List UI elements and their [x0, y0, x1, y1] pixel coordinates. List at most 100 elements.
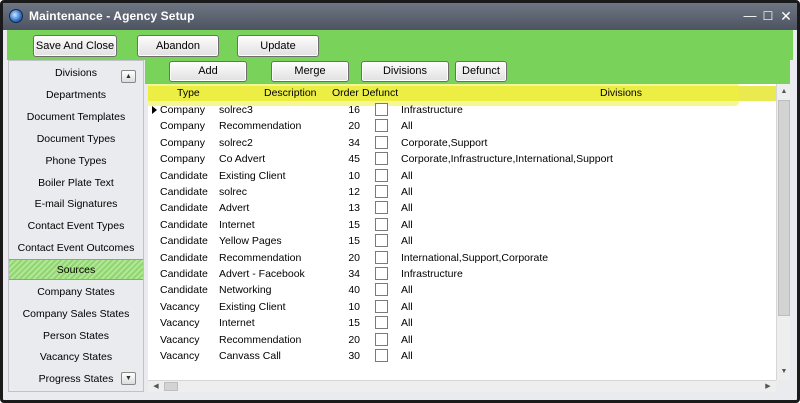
cell-type[interactable]: Vacancy — [160, 299, 200, 315]
sidebar-item-contact-event-types[interactable]: Contact Event Types — [9, 216, 143, 237]
cell-type[interactable]: Vacancy — [160, 332, 200, 348]
cell-description[interactable]: Internet — [219, 217, 255, 233]
cell-divisions[interactable]: All — [401, 168, 413, 184]
cell-description[interactable]: solrec3 — [219, 102, 253, 118]
cell-divisions[interactable]: All — [401, 348, 413, 364]
cell-description[interactable]: Recommendation — [219, 118, 301, 134]
row-selector[interactable] — [148, 184, 158, 200]
defunct-checkbox[interactable] — [375, 103, 388, 116]
table-row[interactable]: Candidate Internet 15 All — [148, 217, 776, 233]
update-button[interactable]: Update — [237, 35, 319, 57]
cell-order[interactable]: 13 — [334, 200, 360, 216]
defunct-checkbox[interactable] — [375, 185, 388, 198]
table-row[interactable]: Company solrec3 16 Infrastructure — [148, 102, 776, 118]
column-header-description[interactable]: Description — [264, 86, 317, 101]
defunct-checkbox[interactable] — [375, 119, 388, 133]
cell-order[interactable]: 45 — [334, 151, 360, 167]
cell-divisions[interactable]: All — [401, 118, 413, 134]
cell-type[interactable]: Company — [160, 118, 205, 134]
row-selector[interactable] — [148, 282, 158, 298]
table-row[interactable]: Company solrec2 34 Corporate,Support — [148, 135, 776, 151]
defunct-checkbox[interactable] — [375, 283, 388, 297]
cell-type[interactable]: Company — [160, 151, 205, 167]
cell-description[interactable]: solrec — [219, 184, 247, 200]
sidebar-item-departments[interactable]: Departments — [9, 85, 143, 106]
sidebar-item-company-states[interactable]: Company States — [9, 282, 143, 303]
table-row[interactable]: Company Recommendation 20 All — [148, 118, 776, 134]
defunct-checkbox[interactable] — [375, 168, 388, 182]
cell-type[interactable]: Candidate — [160, 233, 208, 249]
table-row[interactable]: Candidate Yellow Pages 15 All — [148, 233, 776, 249]
defunct-checkbox[interactable] — [375, 152, 388, 166]
cell-divisions[interactable]: Corporate,Infrastructure,International,S… — [401, 151, 613, 167]
cell-divisions[interactable]: All — [401, 299, 413, 315]
scroll-up-icon[interactable]: ▲ — [121, 70, 136, 83]
sidebar-item-document-templates[interactable]: Document Templates — [9, 107, 143, 128]
column-header-divisions[interactable]: Divisions — [600, 86, 642, 101]
column-header-type[interactable]: Type — [177, 86, 200, 101]
row-selector[interactable] — [148, 102, 158, 118]
sidebar-item-contact-event-outcomes[interactable]: Contact Event Outcomes — [9, 238, 143, 259]
cell-divisions[interactable]: All — [401, 200, 413, 216]
defunct-checkbox[interactable] — [375, 316, 388, 330]
cell-type[interactable]: Candidate — [160, 184, 208, 200]
vertical-scrollbar[interactable]: ▲ ▼ — [776, 84, 790, 380]
scroll-right-icon[interactable]: ▶ — [762, 381, 774, 393]
title-bar[interactable]: Maintenance - Agency Setup — ☐ ✕ — [3, 3, 797, 30]
sidebar-item-boiler-plate-text[interactable]: Boiler Plate Text — [9, 173, 143, 194]
cell-description[interactable]: Internet — [219, 315, 255, 331]
table-row[interactable]: Candidate Advert 13 All — [148, 200, 776, 216]
row-selector[interactable] — [148, 332, 158, 348]
row-selector[interactable] — [148, 233, 158, 249]
scroll-up-icon[interactable]: ▲ — [778, 86, 790, 98]
cell-description[interactable]: Existing Client — [219, 299, 286, 315]
cell-order[interactable]: 20 — [334, 250, 360, 266]
row-selector[interactable] — [148, 151, 158, 167]
cell-order[interactable]: 10 — [334, 299, 360, 315]
defunct-checkbox[interactable] — [375, 234, 388, 248]
row-selector[interactable] — [148, 135, 158, 151]
cell-type[interactable]: Company — [160, 135, 205, 151]
defunct-checkbox[interactable] — [375, 299, 388, 313]
column-header-defunct[interactable]: Defunct — [362, 86, 398, 101]
cell-description[interactable]: Advert — [219, 200, 249, 216]
cell-order[interactable]: 10 — [334, 168, 360, 184]
cell-type[interactable]: Candidate — [160, 200, 208, 216]
cell-order[interactable]: 15 — [334, 315, 360, 331]
horizontal-scrollbar[interactable]: ◀ ▶ — [148, 380, 776, 392]
table-row[interactable]: Vacancy Internet 15 All — [148, 315, 776, 331]
defunct-button[interactable]: Defunct — [455, 61, 507, 82]
cell-order[interactable]: 12 — [334, 184, 360, 200]
row-selector[interactable] — [148, 315, 158, 331]
table-row[interactable]: Company Co Advert 45 Corporate,Infrastructu… — [148, 151, 776, 167]
row-selector[interactable] — [148, 299, 158, 315]
cell-description[interactable]: Canvass Call — [219, 348, 281, 364]
cell-divisions[interactable]: All — [401, 315, 413, 331]
cell-type[interactable]: Candidate — [160, 266, 208, 282]
divisions-button[interactable]: Divisions — [361, 61, 449, 82]
scroll-left-icon[interactable]: ◀ — [150, 381, 162, 393]
row-selector[interactable] — [148, 118, 158, 134]
row-selector[interactable] — [148, 250, 158, 266]
cell-divisions[interactable]: Corporate,Support — [401, 135, 487, 151]
row-selector[interactable] — [148, 348, 158, 364]
scroll-down-icon[interactable]: ▼ — [121, 372, 136, 385]
cell-order[interactable]: 20 — [334, 118, 360, 134]
cell-type[interactable]: Candidate — [160, 217, 208, 233]
row-selector[interactable] — [148, 168, 158, 184]
sidebar-item-document-types[interactable]: Document Types — [9, 129, 143, 150]
cell-order[interactable]: 16 — [334, 102, 360, 118]
cell-description[interactable]: Yellow Pages — [219, 233, 282, 249]
cell-divisions[interactable]: Infrastructure — [401, 266, 463, 282]
table-row[interactable]: Candidate Recommendation 20 International,S… — [148, 250, 776, 266]
defunct-checkbox[interactable] — [375, 201, 388, 215]
cell-order[interactable]: 34 — [334, 266, 360, 282]
sidebar-item-vacancy-states[interactable]: Vacancy States — [9, 347, 143, 368]
sidebar-item-email-signatures[interactable]: E-mail Signatures — [9, 194, 143, 215]
minimize-button[interactable]: — — [741, 7, 759, 25]
cell-divisions[interactable]: All — [401, 332, 413, 348]
row-selector[interactable] — [148, 217, 158, 233]
cell-divisions[interactable]: Infrastructure — [401, 102, 463, 118]
sidebar-item-sources[interactable]: Sources — [9, 259, 143, 280]
table-row[interactable]: Vacancy Canvass Call 30 All — [148, 348, 776, 364]
